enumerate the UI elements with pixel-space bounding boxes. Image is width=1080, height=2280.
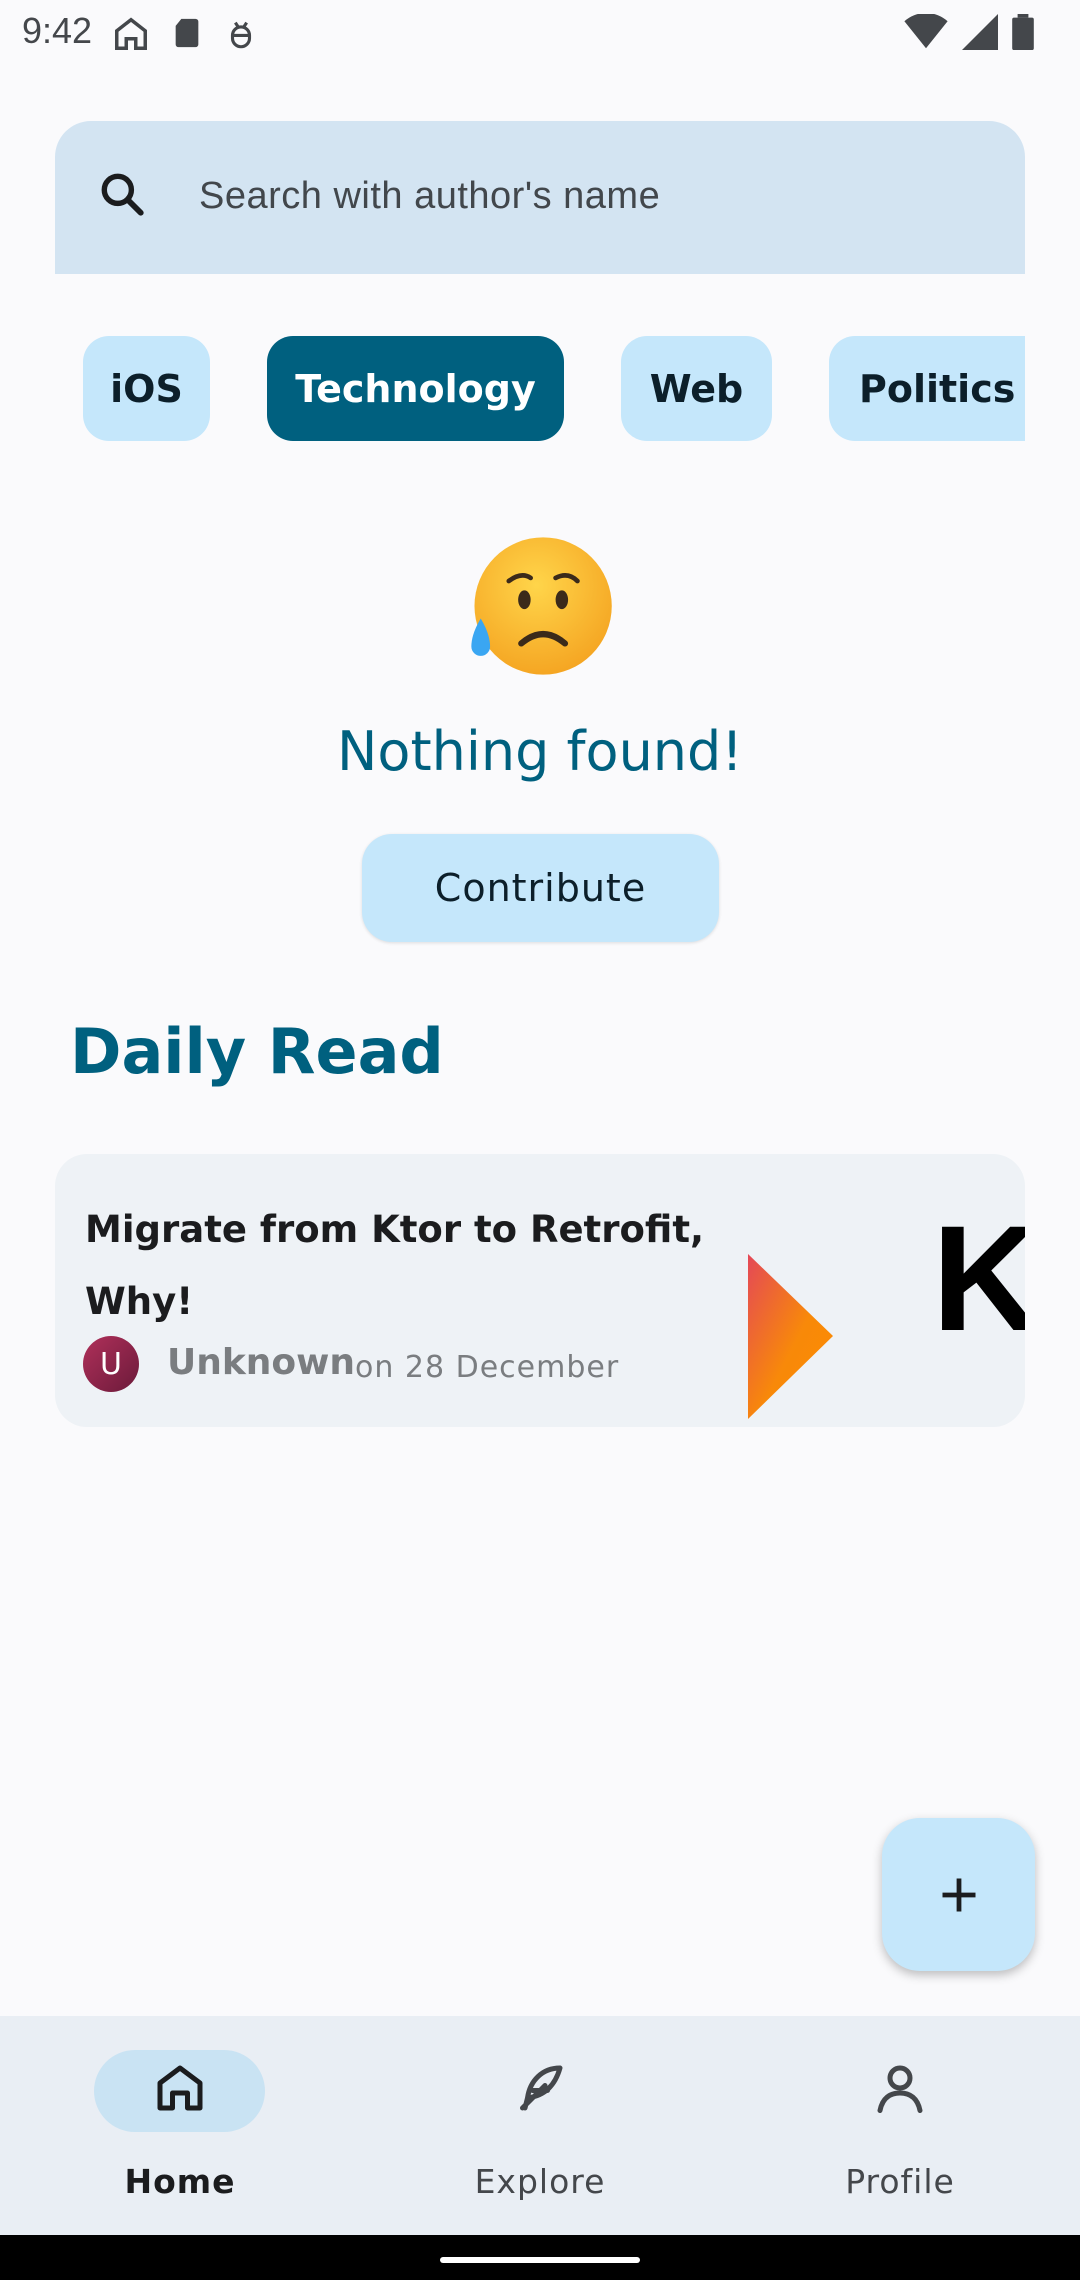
nav-label-profile: Profile xyxy=(845,2162,955,2201)
article-date: on 28 December xyxy=(355,1350,620,1385)
home-icon xyxy=(115,17,147,50)
status-system-icons xyxy=(904,14,1034,50)
sad-face-emoji-icon xyxy=(471,537,612,675)
home-icon xyxy=(157,2065,203,2111)
status-bar: 9:42 xyxy=(0,0,1080,70)
battery-icon xyxy=(1012,14,1034,50)
chip-label: Technology xyxy=(295,366,536,411)
chip-label: Web xyxy=(649,366,744,411)
nav-label-explore: Explore xyxy=(474,2162,606,2201)
thumbnail-text: Kt xyxy=(932,1194,1025,1362)
feather-icon xyxy=(520,2065,563,2111)
chip-web[interactable]: Web xyxy=(621,336,772,441)
chip-ios[interactable]: iOS xyxy=(83,336,210,441)
search-input[interactable]: Search with author's name xyxy=(199,175,660,218)
chip-label: iOS xyxy=(110,366,183,411)
nav-item-explore[interactable]: Explore xyxy=(360,2016,720,2235)
empty-state-title: Nothing found! xyxy=(337,720,743,783)
plus-icon xyxy=(942,1878,975,1911)
chip-label: Politics xyxy=(859,366,1016,411)
wifi-icon xyxy=(904,14,948,49)
bottom-navigation: Home Explore Profile xyxy=(0,2016,1080,2235)
chip-politics[interactable]: Politics xyxy=(829,336,1025,441)
article-author: Unknown xyxy=(167,1342,356,1383)
signal-icon xyxy=(962,14,998,50)
system-gesture-bar xyxy=(0,2235,1080,2280)
ktor-logo-triangle-icon xyxy=(748,1254,833,1419)
nav-item-home[interactable]: Home xyxy=(0,2016,360,2235)
sd-card-icon xyxy=(175,18,199,48)
contribute-button-label: Contribute xyxy=(434,866,647,910)
avatar-initial: U xyxy=(100,1346,122,1382)
article-card[interactable]: Migrate from Ktor to Retrofit, Why! U Un… xyxy=(55,1154,1025,1427)
debug-icon xyxy=(230,21,252,49)
article-thumbnail: Kt xyxy=(748,1154,1025,1427)
add-post-button[interactable] xyxy=(882,1818,1035,1971)
nav-item-profile[interactable]: Profile xyxy=(720,2016,1080,2235)
chip-technology[interactable]: Technology xyxy=(267,336,564,441)
avatar: U xyxy=(83,1336,139,1392)
search-icon xyxy=(101,173,144,216)
nav-label-home: Home xyxy=(124,2162,236,2201)
person-icon xyxy=(877,2065,923,2113)
search-bar[interactable]: Search with author's name xyxy=(55,121,1025,274)
status-time: 9:42 xyxy=(22,10,93,51)
contribute-button[interactable]: Contribute xyxy=(362,834,719,942)
article-title: Migrate from Ktor to Retrofit, Why! xyxy=(85,1208,705,1323)
section-title-daily-read: Daily Read xyxy=(70,1015,444,1088)
gesture-handle[interactable] xyxy=(440,2257,640,2263)
status-notification-icons xyxy=(112,14,258,54)
